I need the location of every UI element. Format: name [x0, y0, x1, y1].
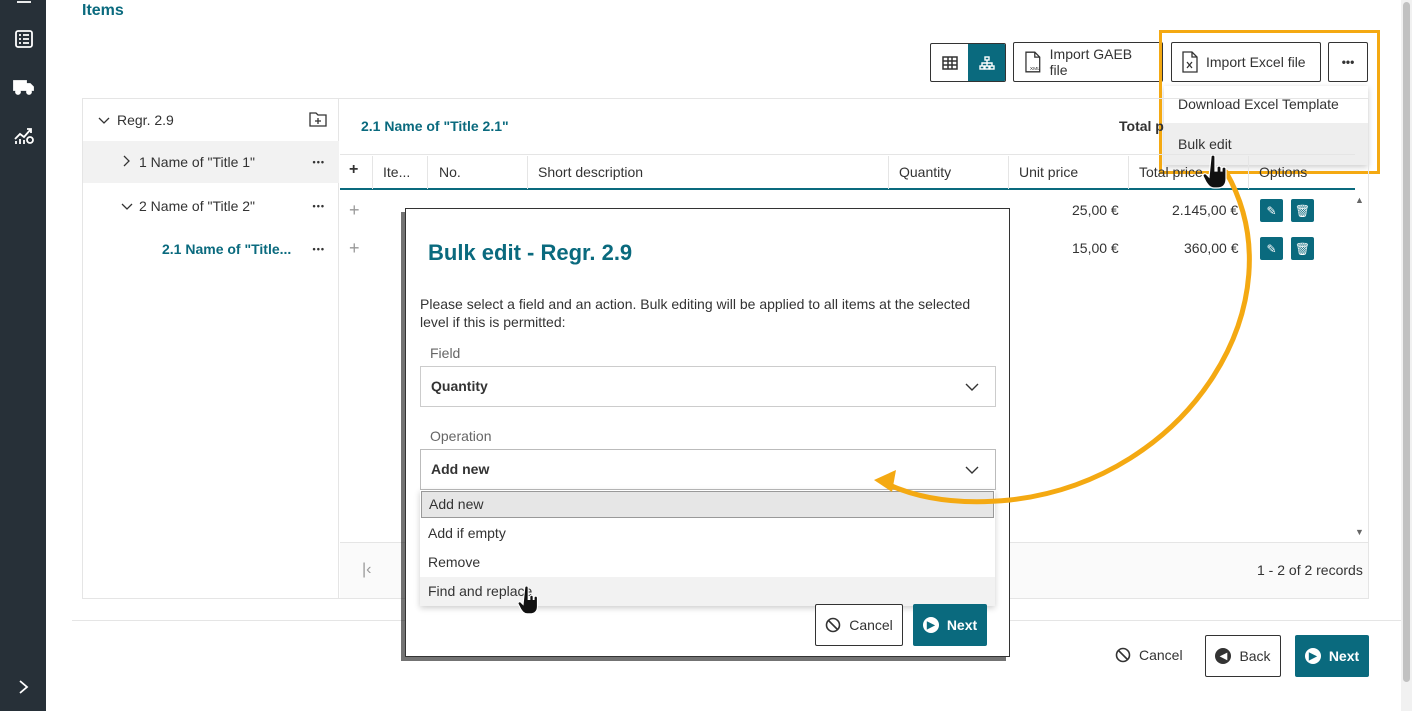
tree-item-title-2[interactable]: 2 Name of "Title 2" •••	[83, 185, 339, 227]
field-select[interactable]: Quantity	[420, 366, 996, 407]
records-count: 1 - 2 of 2 records	[1257, 562, 1363, 578]
tree-item-title-2-1[interactable]: 2.1 Name of "Title... •••	[83, 228, 339, 270]
cancel-icon	[825, 617, 841, 633]
footer-back-button[interactable]: ◀ Back	[1205, 635, 1281, 677]
delete-icon[interactable]: 🗑	[1291, 237, 1314, 260]
table-view-icon[interactable]	[931, 44, 968, 81]
operation-options-list: Add new Add if empty Remove Find and rep…	[420, 490, 995, 606]
xml-file-icon: XML	[1025, 51, 1041, 73]
first-page-icon[interactable]: |‹	[362, 561, 371, 579]
dialog-next-label: Next	[946, 617, 978, 633]
expand-row-icon[interactable]: +	[349, 238, 360, 259]
grid-title: 2.1 Name of "Title 2.1"	[361, 118, 509, 134]
cancel-icon	[1115, 647, 1131, 663]
arrow-left-icon: ◀	[1215, 648, 1232, 664]
more-icon[interactable]: •••	[313, 244, 325, 254]
column-header[interactable]: Quantity	[899, 164, 951, 180]
app-sidebar	[0, 0, 46, 711]
arrow-right-icon: ▶	[922, 617, 939, 633]
tree-item-label: 2.1 Name of "Title...	[162, 241, 292, 257]
analytics-icon[interactable]	[13, 124, 35, 146]
footer-back-label: Back	[1239, 648, 1271, 664]
add-row-header[interactable]: +	[349, 161, 358, 179]
total-price-cell: 2.145,00 €	[1172, 202, 1239, 218]
operation-label: Operation	[430, 428, 492, 444]
tree-item-label: 2 Name of "Title 2"	[139, 198, 256, 214]
tree-item-label: Regr. 2.9	[117, 112, 174, 128]
edit-icon[interactable]: ✎	[1260, 237, 1283, 260]
column-header[interactable]: Total price	[1139, 164, 1203, 180]
expand-row-icon[interactable]: +	[349, 200, 360, 221]
column-divider	[1128, 156, 1129, 189]
expand-sidebar-icon[interactable]	[13, 676, 35, 698]
chevron-down-icon	[965, 462, 979, 478]
column-divider	[372, 156, 373, 189]
unit-price-cell: 25,00 €	[1072, 202, 1119, 218]
column-divider	[1008, 156, 1009, 189]
scroll-up-icon[interactable]: ▲	[1355, 195, 1364, 205]
more-icon[interactable]: •••	[313, 157, 325, 167]
chevron-right-icon[interactable]	[119, 154, 135, 170]
option-add-if-empty[interactable]: Add if empty	[420, 519, 995, 548]
operation-select[interactable]: Add new	[420, 449, 996, 490]
unit-price-cell: 15,00 €	[1072, 240, 1119, 256]
dialog-title: Bulk edit - Regr. 2.9	[428, 240, 633, 265]
dialog-next-button[interactable]: ▶ Next	[913, 604, 987, 646]
footer-next-label: Next	[1328, 648, 1360, 664]
page-scrollbar[interactable]	[1401, 0, 1412, 711]
arrow-right-icon: ▶	[1304, 648, 1321, 664]
column-header[interactable]: Options	[1259, 164, 1307, 180]
column-divider	[427, 156, 428, 189]
add-folder-icon[interactable]	[309, 111, 327, 130]
column-divider	[1248, 156, 1249, 189]
bulk-edit-dialog: Bulk edit - Regr. 2.9 Please select a fi…	[405, 208, 1010, 657]
hand-cursor-icon	[1203, 155, 1227, 189]
column-divider	[527, 156, 528, 189]
import-gaeb-button[interactable]: XML Import GAEB file	[1013, 42, 1163, 82]
field-select-value: Quantity	[431, 378, 488, 394]
field-label: Field	[430, 345, 461, 361]
column-header[interactable]: No.	[439, 164, 461, 180]
edit-icon[interactable]: ✎	[1260, 199, 1283, 222]
tree-view-icon[interactable]	[968, 44, 1005, 81]
option-add-new[interactable]: Add new	[421, 491, 994, 518]
dialog-cancel-button[interactable]: Cancel	[815, 604, 903, 646]
column-header[interactable]: Ite...	[383, 164, 410, 180]
delete-icon[interactable]: 🗑	[1291, 199, 1314, 222]
menu-icon[interactable]	[13, 0, 35, 16]
operation-select-value: Add new	[431, 461, 490, 477]
view-toggle[interactable]	[930, 43, 1006, 82]
more-icon[interactable]: •••	[313, 201, 325, 211]
tree-item-title-1[interactable]: 1 Name of "Title 1" •••	[83, 141, 339, 183]
dialog-cancel-label: Cancel	[849, 617, 893, 633]
total-label: Total p	[1119, 118, 1164, 134]
option-find-and-replace[interactable]: Find and replace	[420, 577, 995, 606]
total-price-cell: 360,00 €	[1184, 240, 1239, 256]
import-gaeb-label: Import GAEB file	[1049, 46, 1133, 78]
chevron-down-icon[interactable]	[119, 198, 135, 214]
column-divider	[888, 156, 889, 189]
checklist-icon[interactable]	[13, 28, 35, 50]
footer-cancel-label: Cancel	[1139, 647, 1183, 663]
tree-panel: Regr. 2.9 1 Name of "Title 1" ••• 2 Name…	[83, 99, 339, 598]
dialog-description: Please select a field and an action. Bul…	[420, 296, 971, 330]
tree-item-root[interactable]: Regr. 2.9	[83, 99, 339, 141]
column-header[interactable]: Short description	[538, 164, 643, 180]
option-remove[interactable]: Remove	[420, 548, 995, 577]
scroll-down-icon[interactable]: ▼	[1355, 527, 1364, 537]
tree-item-label: 1 Name of "Title 1"	[139, 154, 256, 170]
column-header[interactable]: Unit price	[1019, 164, 1078, 180]
footer-cancel-button[interactable]: Cancel	[1115, 647, 1183, 663]
section-title: Items	[82, 2, 124, 19]
chevron-down-icon[interactable]	[96, 112, 112, 128]
chevron-down-icon	[965, 379, 979, 395]
hand-cursor-icon	[518, 586, 538, 615]
truck-icon[interactable]	[13, 76, 35, 98]
svg-text:XML: XML	[1030, 66, 1040, 72]
footer-next-button[interactable]: ▶ Next	[1295, 635, 1369, 677]
